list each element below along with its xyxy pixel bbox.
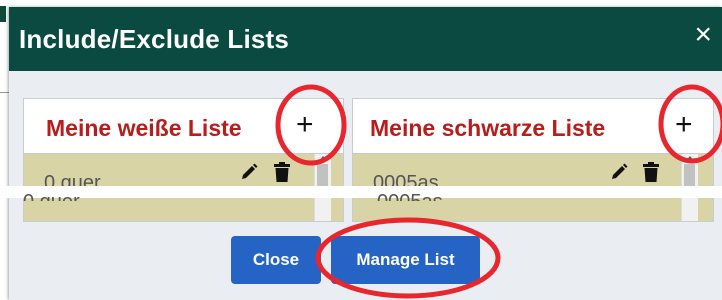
white-list-header: Meine weiße Liste +: [24, 99, 343, 154]
cut-off-list-text: 0005as: [377, 192, 443, 201]
manage-list-button[interactable]: Manage List: [331, 236, 480, 284]
pencil-icon[interactable]: [239, 162, 259, 182]
cut-off-list-text: 0 quer: [23, 192, 80, 201]
white-list-title: Meine weiße Liste: [46, 115, 242, 141]
add-white-list-item-plus-icon[interactable]: +: [296, 110, 314, 140]
pencil-icon[interactable]: [609, 162, 629, 182]
white-list-panel: Meine weiße Liste + 0 quer: [23, 98, 344, 222]
dialog-header: Include/Exclude Lists ×: [9, 7, 722, 71]
screenshot-crop-band: 0 quer 0005as: [0, 186, 722, 201]
black-list-header: Meine schwarze Liste +: [353, 99, 713, 154]
include-exclude-dialog: Include/Exclude Lists × Meine weiße List…: [9, 7, 722, 300]
dialog-title: Include/Exclude Lists: [19, 24, 290, 54]
scroll-up-arrow-icon[interactable]: [319, 156, 327, 161]
background-accent: [0, 6, 6, 22]
trash-icon[interactable]: [273, 162, 291, 182]
black-list-title: Meine schwarze Liste: [370, 115, 606, 141]
black-list-panel: Meine schwarze Liste + 0005as: [352, 98, 714, 222]
close-icon[interactable]: ×: [694, 20, 712, 50]
add-black-list-item-plus-icon[interactable]: +: [675, 110, 693, 140]
trash-icon[interactable]: [642, 162, 660, 182]
screenshot-stage: Include/Exclude Lists × Meine weiße List…: [0, 0, 722, 300]
scroll-up-arrow-icon[interactable]: [686, 156, 694, 161]
close-button[interactable]: Close: [231, 236, 321, 284]
